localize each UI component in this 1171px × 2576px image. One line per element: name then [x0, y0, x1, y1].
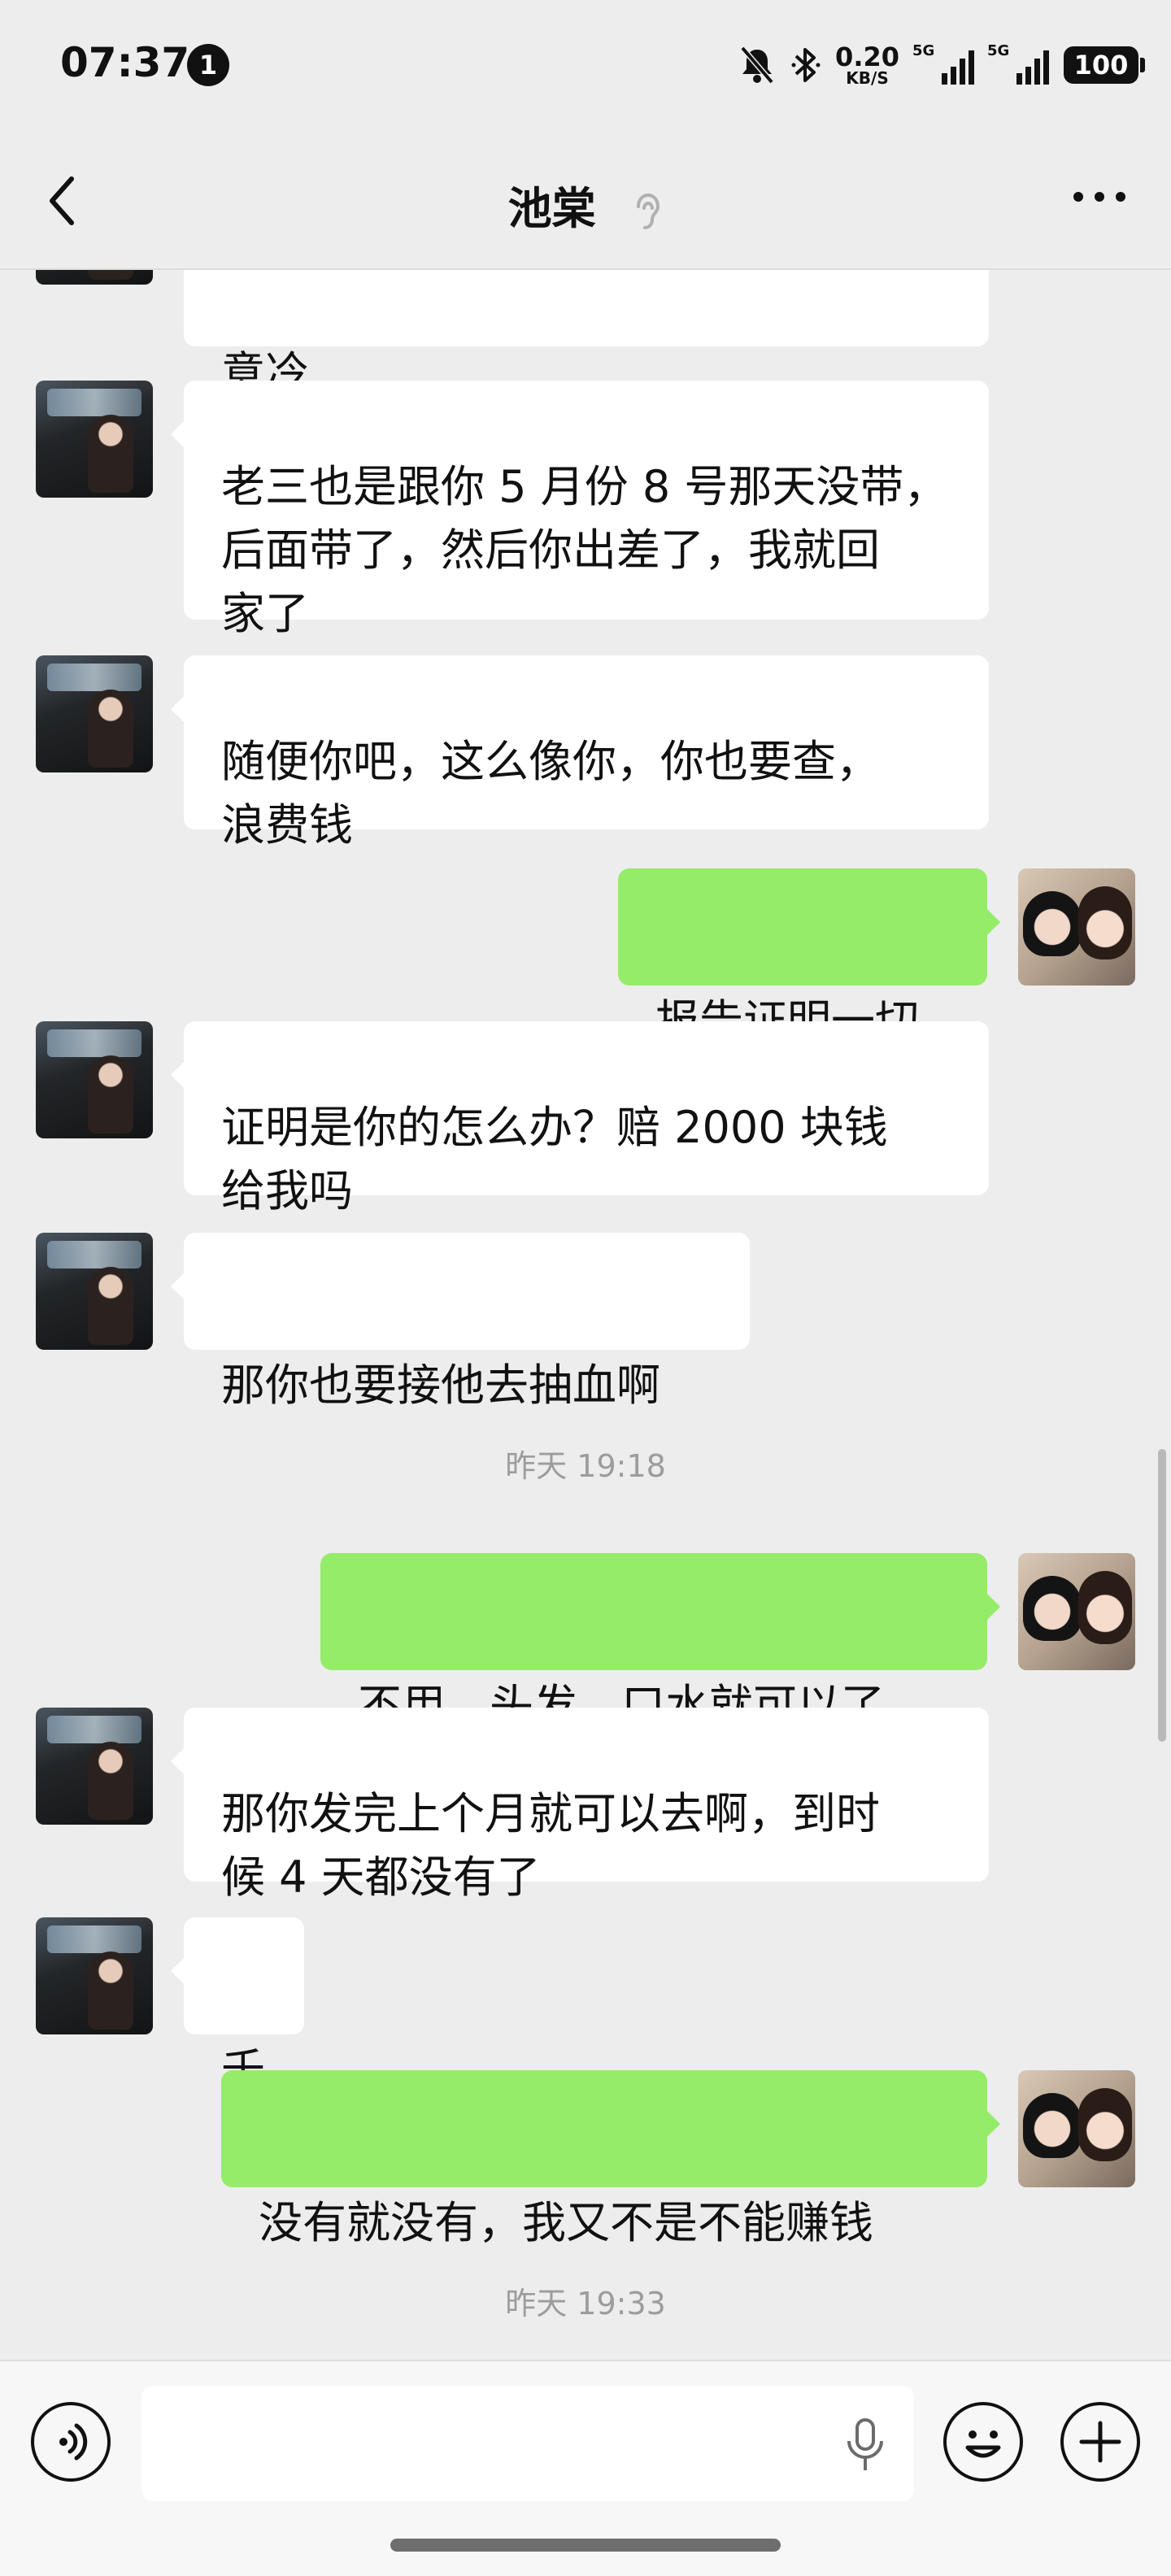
emoji-button[interactable]: [943, 2402, 1023, 2482]
self-avatar[interactable]: [1018, 2070, 1135, 2187]
message-bubble[interactable]: 意冷: [184, 270, 989, 398]
message-text: 没有就没有，我又不是不能赚钱: [259, 2197, 873, 2248]
scrollbar[interactable]: [1158, 1449, 1166, 1742]
ear-icon: [637, 194, 660, 230]
notification-badge: 1: [187, 44, 229, 86]
voice-toggle-icon: [59, 2423, 88, 2461]
bluetooth-icon: [791, 48, 821, 82]
plus-button[interactable]: [1060, 2402, 1140, 2482]
more-dots-icon[interactable]: [1073, 192, 1125, 202]
message-bubble[interactable]: 老三也是跟你 5 月份 8 号那天没带， 后面带了，然后你出差了，我就回 家了: [171, 381, 989, 639]
input-bar: [0, 2360, 1171, 2576]
chat-title[interactable]: 池棠: [508, 183, 596, 234]
chat-header: 池棠: [0, 130, 1171, 270]
net-speed: 0.20 KB/S: [835, 44, 899, 86]
message-bubble[interactable]: 那你也要接他去抽血啊: [171, 1233, 750, 1411]
contact-avatar[interactable]: [36, 1708, 153, 1825]
home-indicator[interactable]: [390, 2539, 781, 2552]
message-bubble-self[interactable]: 报告证明一切: [618, 868, 1000, 1046]
contact-avatar[interactable]: [36, 1917, 153, 2034]
message-bubble[interactable]: 随便你吧，这么像你，你也要查， 浪费钱: [171, 655, 989, 851]
message-text: 老三也是跟你 5 月份 8 号那天没带， 后面带了，然后你出差了，我就回 家了: [221, 461, 948, 639]
status-time: 07:37: [60, 39, 190, 86]
contact-avatar[interactable]: [36, 381, 153, 498]
status-icons: 0.20 KB/S 5G 5G 100: [738, 33, 1145, 98]
message-text: 证明是你的怎么办？赔 2000 块钱 给我吗: [221, 1102, 888, 1216]
battery-icon: 100: [1064, 46, 1145, 84]
message-bubble[interactable]: 千: [171, 1917, 304, 2095]
voice-toggle-button[interactable]: [31, 2402, 111, 2482]
signal-1-label: 5G: [912, 42, 935, 59]
microphone-icon[interactable]: [841, 2417, 890, 2474]
message-bubble-self[interactable]: 没有就没有，我又不是不能赚钱: [221, 2070, 1000, 2248]
plus-icon: [1079, 2421, 1121, 2463]
mute-bell-icon: [740, 46, 774, 85]
message-text: 那你也要接他去抽血啊: [221, 1360, 660, 1411]
message-text: 随便你吧，这么像你，你也要查， 浪费钱: [221, 736, 880, 851]
signal-1-icon: 5G: [912, 42, 974, 85]
status-bar: 07:37 1 0.20 KB/S 5G 5G 100: [0, 0, 1171, 130]
message-bubble[interactable]: 证明是你的怎么办？赔 2000 块钱 给我吗: [171, 1021, 989, 1216]
contact-avatar[interactable]: [36, 1233, 153, 1350]
contact-avatar[interactable]: [36, 270, 153, 285]
contact-avatar[interactable]: [36, 1021, 153, 1138]
message-timestamp: 昨天 19:33: [505, 2286, 666, 2321]
message-list[interactable]: 意冷 老三也是跟你 5 月份 8 号那天没带， 后面带了，然后你出差了，我就回 …: [0, 270, 1171, 2360]
signal-2-icon: 5G: [987, 42, 1049, 85]
message-bubble[interactable]: 那你发完上个月就可以去啊，到时 候 4 天都没有了: [171, 1708, 989, 1903]
message-input[interactable]: [141, 2386, 914, 2501]
self-avatar[interactable]: [1018, 868, 1135, 986]
message-bubble-self[interactable]: 不用，头发，口水就可以了: [320, 1553, 1000, 1731]
message-timestamp: 昨天 19:18: [505, 1448, 666, 1484]
net-speed-value: 0.20: [835, 41, 899, 72]
self-avatar[interactable]: [1018, 1553, 1135, 1670]
signal-2-label: 5G: [987, 42, 1010, 59]
emoji-icon: [965, 2430, 1001, 2458]
contact-avatar[interactable]: [36, 655, 153, 772]
chat-title-wrap: 池棠: [0, 172, 1171, 237]
message-text: 那你发完上个月就可以去啊，到时 候 4 天都没有了: [221, 1788, 880, 1903]
net-speed-unit: KB/S: [846, 68, 889, 88]
